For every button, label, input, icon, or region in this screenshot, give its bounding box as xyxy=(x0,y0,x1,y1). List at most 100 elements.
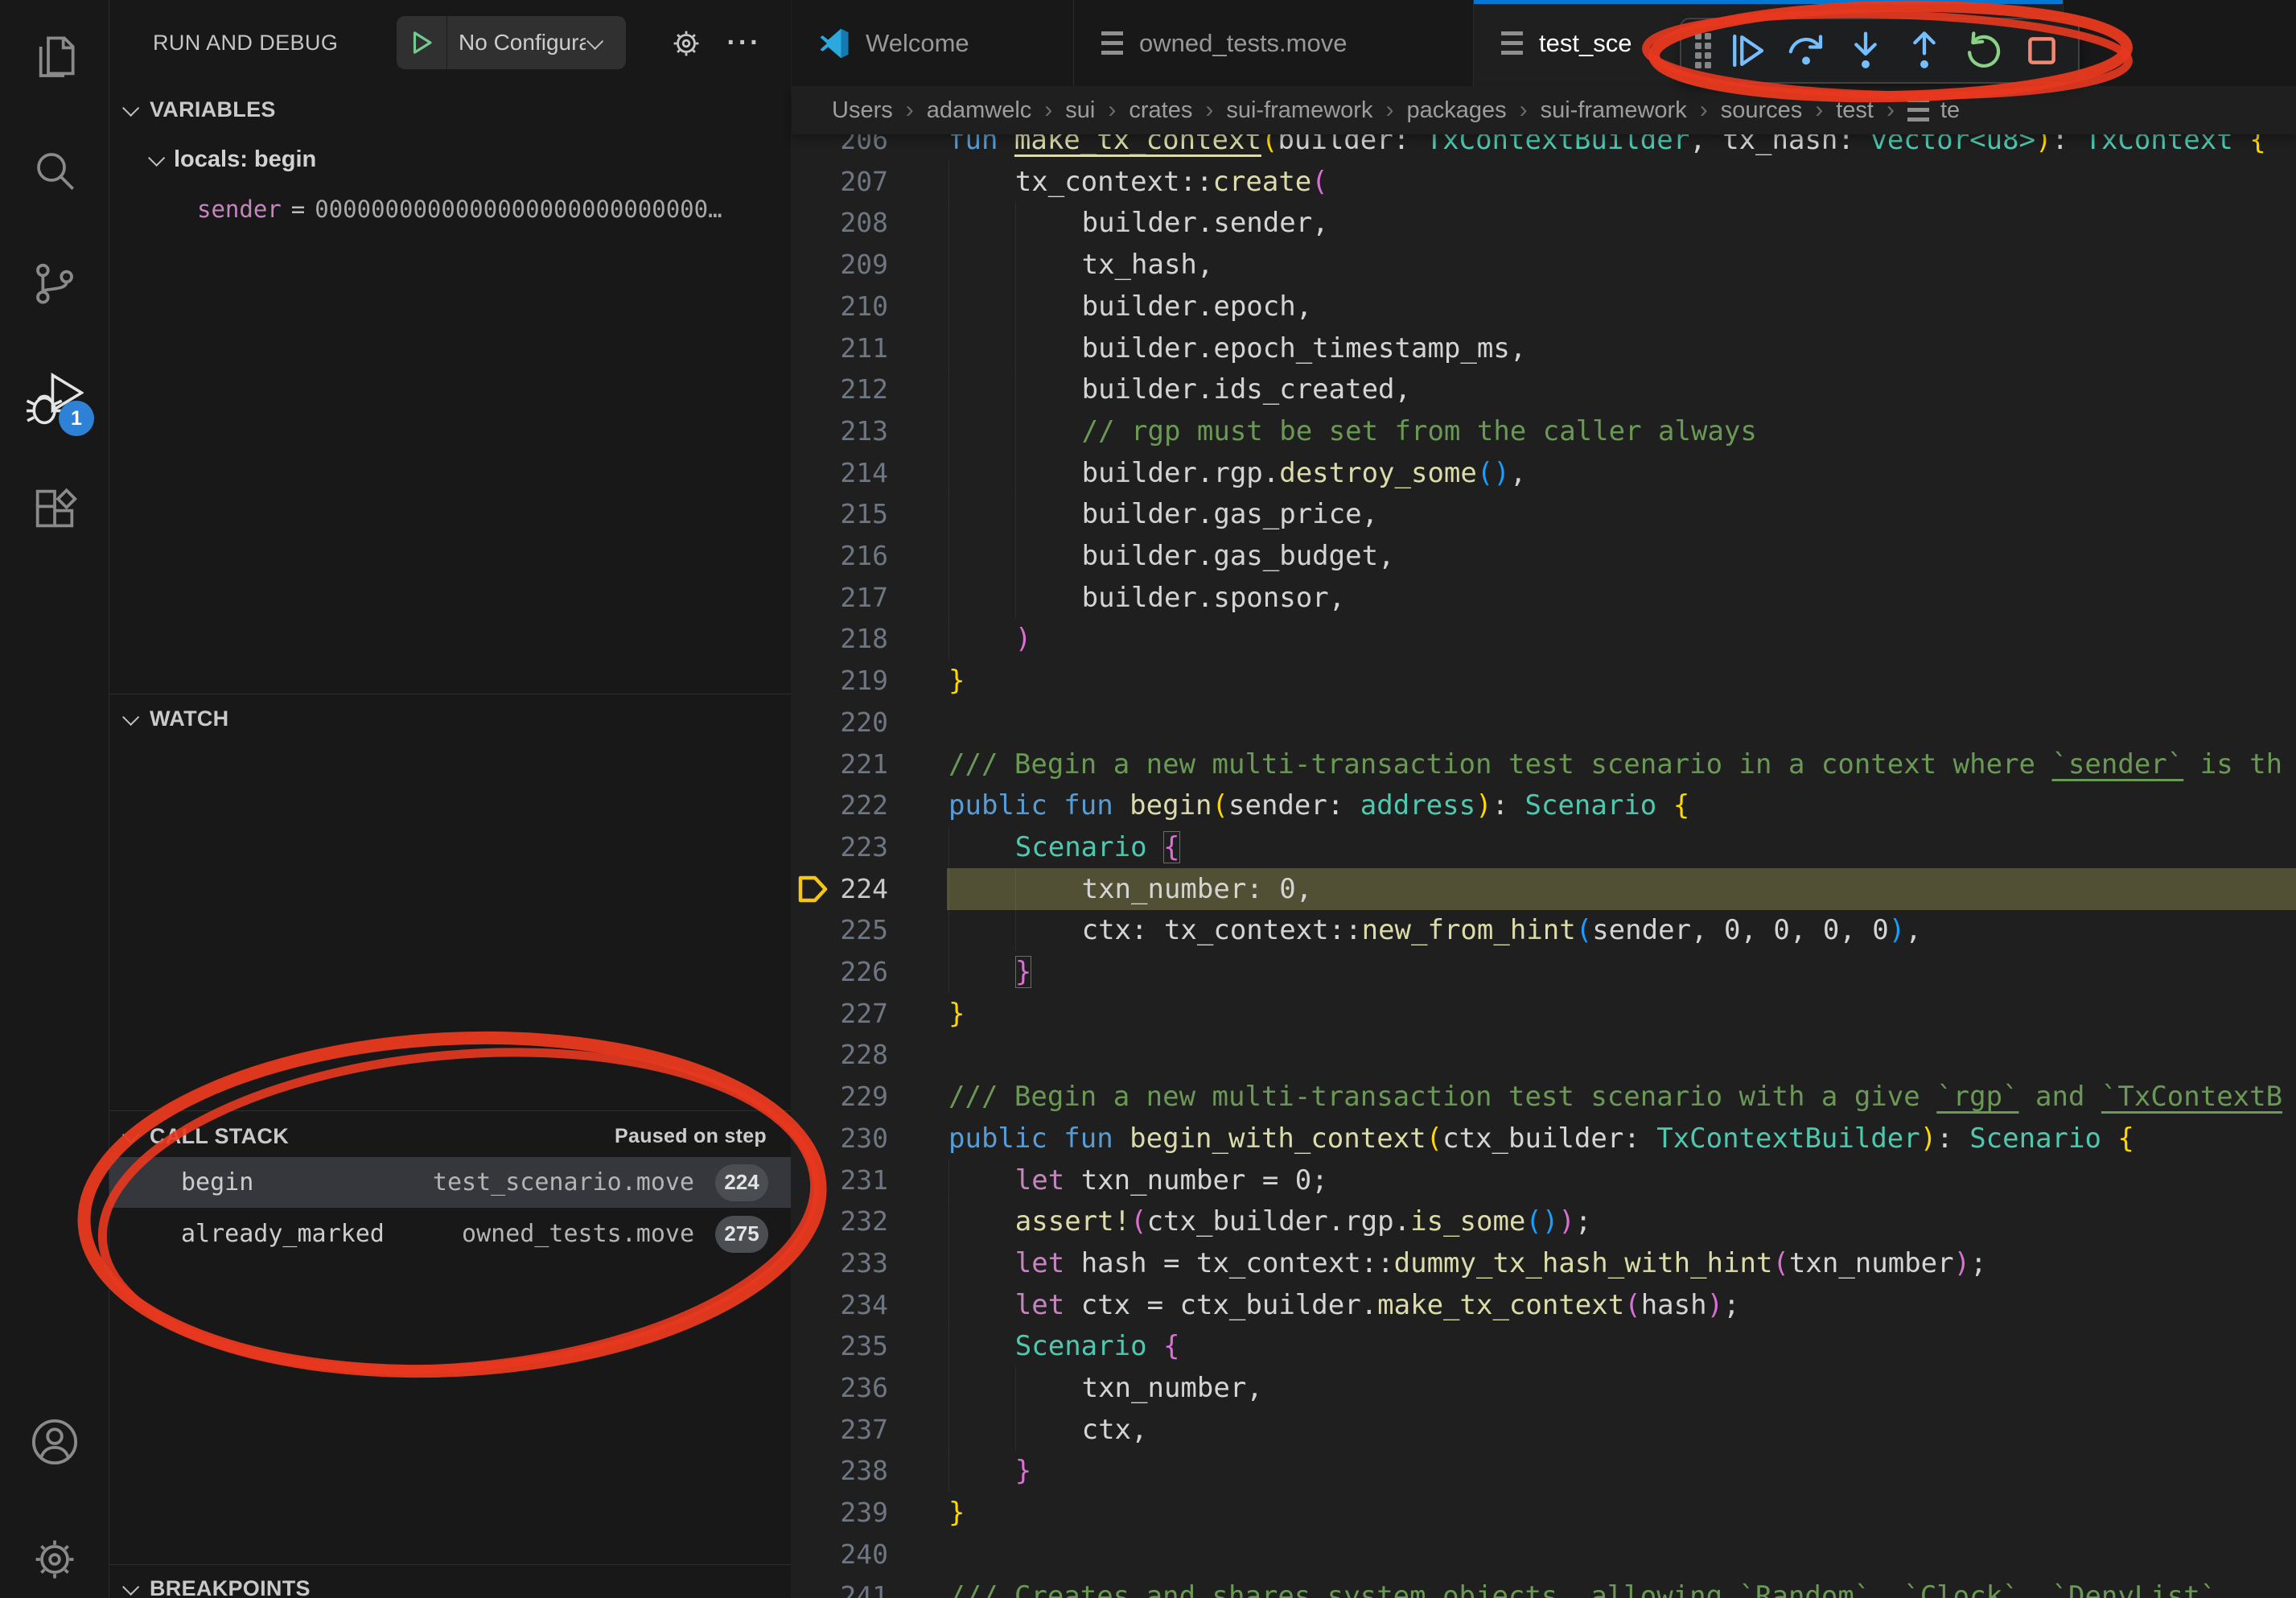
line-number[interactable]: 221 xyxy=(792,743,888,785)
step-into-button[interactable] xyxy=(1839,26,1891,76)
code-line-219[interactable]: 219} xyxy=(792,660,2296,702)
line-number[interactable]: 232 xyxy=(792,1201,888,1242)
watch-section-header[interactable]: WATCH xyxy=(109,699,791,738)
line-number[interactable]: 229 xyxy=(792,1076,888,1118)
code-line-211[interactable]: 211builder.epoch_timestamp_ms, xyxy=(792,327,2296,369)
step-over-button[interactable] xyxy=(1780,26,1833,76)
code-line-230[interactable]: 230public fun begin_with_context(ctx_bui… xyxy=(792,1118,2296,1159)
code-line-235[interactable]: 235Scenario { xyxy=(792,1325,2296,1367)
line-number[interactable]: 218 xyxy=(792,618,888,660)
breadcrumb-item[interactable]: packages xyxy=(1406,97,1506,124)
run-and-debug-icon[interactable]: 1 xyxy=(0,351,109,441)
code-line-236[interactable]: 236txn_number, xyxy=(792,1367,2296,1409)
line-number[interactable]: 233 xyxy=(792,1242,888,1284)
line-number[interactable]: 237 xyxy=(792,1409,888,1451)
breadcrumb-item[interactable]: test xyxy=(1836,97,1874,124)
code-line-228[interactable]: 228 xyxy=(792,1034,2296,1076)
code-line-234[interactable]: 234let ctx = ctx_builder.make_tx_context… xyxy=(792,1284,2296,1326)
code-line-227[interactable]: 227} xyxy=(792,993,2296,1035)
code-line-206[interactable]: 206fun make_tx_context(builder: TxContex… xyxy=(792,134,2296,161)
debug-config-dropdown[interactable]: No Configura xyxy=(397,16,626,69)
code-line-218[interactable]: 218) xyxy=(792,618,2296,660)
line-number[interactable]: 228 xyxy=(792,1034,888,1076)
explorer-icon[interactable] xyxy=(0,11,109,101)
step-out-button[interactable] xyxy=(1898,26,1950,76)
breadcrumb-item[interactable]: sui xyxy=(1065,97,1095,124)
code-line-237[interactable]: 237ctx, xyxy=(792,1409,2296,1451)
line-number[interactable]: 222 xyxy=(792,785,888,826)
code-line-220[interactable]: 220 xyxy=(792,702,2296,743)
code-line-225[interactable]: 225ctx: tx_context::new_from_hint(sender… xyxy=(792,909,2296,951)
code-line-233[interactable]: 233let hash = tx_context::dummy_tx_hash_… xyxy=(792,1242,2296,1284)
line-number[interactable]: 219 xyxy=(792,660,888,702)
code-line-215[interactable]: 215builder.gas_price, xyxy=(792,493,2296,535)
line-number[interactable]: 235 xyxy=(792,1325,888,1367)
tab-welcome[interactable]: Welcome xyxy=(792,0,1074,86)
code-line-209[interactable]: 209tx_hash, xyxy=(792,244,2296,286)
line-number[interactable]: 239 xyxy=(792,1492,888,1534)
code-line-212[interactable]: 212builder.ids_created, xyxy=(792,369,2296,410)
line-number[interactable]: 216 xyxy=(792,535,888,577)
line-number[interactable]: 206 xyxy=(792,134,888,161)
line-number[interactable]: 227 xyxy=(792,993,888,1035)
line-number[interactable]: 223 xyxy=(792,826,888,868)
stop-button[interactable] xyxy=(2016,26,2068,76)
breakpoints-section-header[interactable]: BREAKPOINTS xyxy=(109,1569,791,1598)
views-more-actions-icon[interactable]: ··· xyxy=(720,0,768,86)
breadcrumb-item[interactable]: crates xyxy=(1129,97,1192,124)
toolbar-drag-grip[interactable] xyxy=(1691,32,1715,69)
code-line-216[interactable]: 216builder.gas_budget, xyxy=(792,535,2296,577)
line-number[interactable]: 236 xyxy=(792,1367,888,1409)
continue-button[interactable] xyxy=(1722,26,1774,76)
breadcrumb-item[interactable]: te xyxy=(1940,97,1960,124)
variables-section-header[interactable]: VARIABLES xyxy=(109,90,791,129)
code-line-217[interactable]: 217builder.sponsor, xyxy=(792,577,2296,619)
stack-frame-row[interactable]: already_marked owned_tests.move 275 xyxy=(109,1209,791,1259)
line-number[interactable]: 230 xyxy=(792,1118,888,1159)
code-line-229[interactable]: 229/// Begin a new multi-transaction tes… xyxy=(792,1076,2296,1118)
line-number[interactable]: 226 xyxy=(792,951,888,993)
breadcrumb-item[interactable]: Users xyxy=(832,97,893,124)
breadcrumb-item[interactable]: adamwelc xyxy=(927,97,1032,124)
line-number[interactable]: 240 xyxy=(792,1534,888,1575)
line-number[interactable]: 241 xyxy=(792,1575,888,1598)
line-number[interactable]: 207 xyxy=(792,161,888,203)
code-line-240[interactable]: 240 xyxy=(792,1534,2296,1575)
line-number[interactable]: 220 xyxy=(792,702,888,743)
line-number[interactable]: 234 xyxy=(792,1284,888,1326)
stack-frame-row[interactable]: begin test_scenario.move 224 xyxy=(109,1157,791,1208)
line-number[interactable]: 231 xyxy=(792,1159,888,1201)
code-line-232[interactable]: 232assert!(ctx_builder.rgp.is_some()); xyxy=(792,1201,2296,1242)
code-line-223[interactable]: 223Scenario { xyxy=(792,826,2296,868)
start-debugging-icon[interactable] xyxy=(397,16,447,69)
line-number[interactable]: 208 xyxy=(792,202,888,244)
variable-row[interactable]: sender = 0000000000000000000000000000… xyxy=(109,188,791,230)
code-line-214[interactable]: 214builder.rgp.destroy_some(), xyxy=(792,452,2296,494)
search-icon[interactable] xyxy=(0,126,109,216)
code-line-226[interactable]: 226} xyxy=(792,951,2296,993)
breadcrumb-item[interactable]: sui-framework xyxy=(1541,97,1687,124)
settings-gear-icon[interactable] xyxy=(0,1514,109,1598)
source-control-icon[interactable] xyxy=(0,238,109,328)
extensions-icon[interactable] xyxy=(0,463,109,554)
call-stack-section-header[interactable]: CALL STACK Paused on step xyxy=(109,1117,791,1155)
code-line-221[interactable]: 221/// Begin a new multi-transaction tes… xyxy=(792,743,2296,785)
code-line-239[interactable]: 239} xyxy=(792,1492,2296,1534)
code-line-208[interactable]: 208builder.sender, xyxy=(792,202,2296,244)
line-number[interactable]: 225 xyxy=(792,909,888,951)
code-line-210[interactable]: 210builder.epoch, xyxy=(792,286,2296,327)
line-number[interactable]: 213 xyxy=(792,410,888,452)
line-number[interactable]: 238 xyxy=(792,1450,888,1492)
line-number[interactable]: 215 xyxy=(792,493,888,535)
line-number[interactable]: 211 xyxy=(792,327,888,369)
code-line-222[interactable]: 222public fun begin(sender: address): Sc… xyxy=(792,785,2296,826)
line-number[interactable]: 214 xyxy=(792,452,888,494)
code-line-241[interactable]: 241/// Creates and shares system objects… xyxy=(792,1575,2296,1598)
line-number[interactable]: 209 xyxy=(792,244,888,286)
open-launch-json-gear-icon[interactable] xyxy=(662,0,710,86)
variables-scope-row[interactable]: locals: begin xyxy=(109,138,791,180)
code-line-231[interactable]: 231let txn_number = 0; xyxy=(792,1159,2296,1201)
line-number[interactable]: 210 xyxy=(792,286,888,327)
code-line-213[interactable]: 213// rgp must be set from the caller al… xyxy=(792,410,2296,452)
code-line-207[interactable]: 207tx_context::create( xyxy=(792,161,2296,203)
